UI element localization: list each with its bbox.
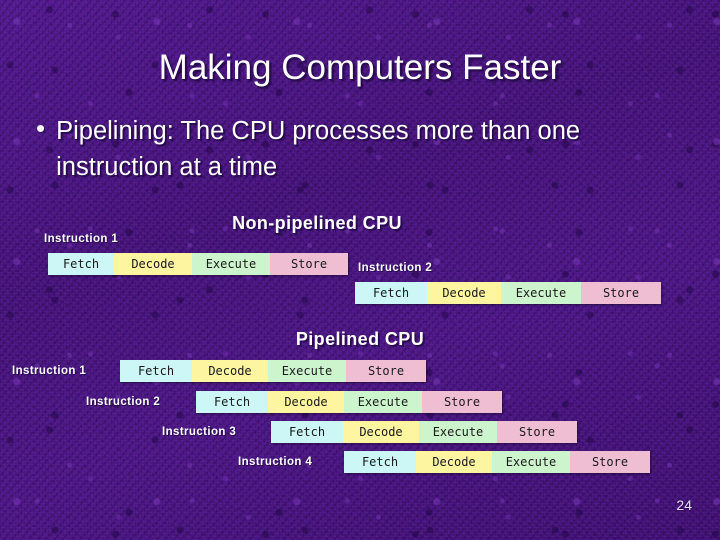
instruction-bar-pipelined-3: Fetch Decode Execute Store (271, 421, 577, 443)
stage-execute: Execute (192, 253, 270, 275)
section-heading-pipelined: Pipelined CPU (295, 329, 425, 349)
instruction-label-non-pipelined-2: Instruction 2 (358, 262, 433, 274)
stage-execute: Execute (492, 451, 570, 473)
bullet-marker-icon: • (36, 113, 46, 143)
instruction-bar-non-pipelined-2: Fetch Decode Execute Store (355, 282, 661, 304)
stage-fetch: Fetch (48, 253, 114, 275)
stage-execute: Execute (268, 360, 346, 382)
bullet-item: • Pipelining: The CPU processes more tha… (36, 113, 696, 185)
stage-decode: Decode (268, 391, 344, 413)
stage-decode: Decode (343, 421, 419, 443)
instruction-label-pipelined-4: Instruction 4 (238, 456, 313, 468)
page-title: Making Computers Faster (158, 48, 562, 87)
section-heading-non-pipelined: Non-pipelined CPU (232, 213, 402, 233)
stage-fetch: Fetch (196, 391, 268, 413)
instruction-label-pipelined-1: Instruction 1 (12, 365, 87, 377)
stage-fetch: Fetch (271, 421, 343, 443)
stage-fetch: Fetch (355, 282, 427, 304)
stage-decode: Decode (416, 451, 492, 473)
stage-store: Store (270, 253, 348, 275)
instruction-bar-pipelined-4: Fetch Decode Execute Store (344, 451, 650, 473)
instruction-label-pipelined-3: Instruction 3 (162, 426, 237, 438)
instruction-label-non-pipelined-1: Instruction 1 (44, 233, 119, 245)
stage-execute: Execute (344, 391, 422, 413)
stage-store: Store (346, 360, 426, 382)
stage-store: Store (581, 282, 661, 304)
stage-fetch: Fetch (344, 451, 416, 473)
instruction-label-pipelined-2: Instruction 2 (86, 396, 161, 408)
instruction-bar-non-pipelined-1: Fetch Decode Execute Store (48, 253, 348, 275)
stage-decode: Decode (192, 360, 268, 382)
stage-store: Store (497, 421, 577, 443)
stage-execute: Execute (419, 421, 497, 443)
stage-decode: Decode (427, 282, 501, 304)
stage-execute: Execute (501, 282, 581, 304)
stage-store: Store (570, 451, 650, 473)
stage-store: Store (422, 391, 502, 413)
page-number: 24 (676, 497, 692, 513)
instruction-bar-pipelined-1: Fetch Decode Execute Store (120, 360, 426, 382)
stage-fetch: Fetch (120, 360, 192, 382)
stage-decode: Decode (114, 253, 192, 275)
bullet-text: Pipelining: The CPU processes more than … (56, 117, 581, 181)
instruction-bar-pipelined-2: Fetch Decode Execute Store (196, 391, 502, 413)
